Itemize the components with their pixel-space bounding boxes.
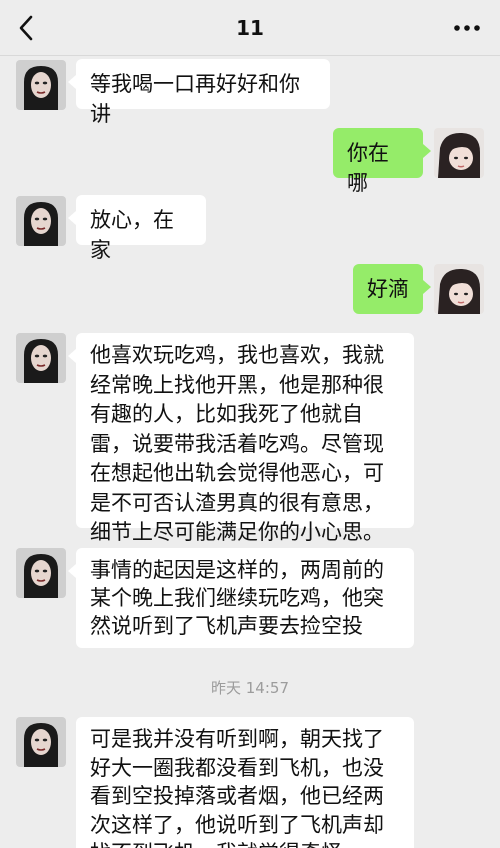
message-bubble[interactable]: 事情的起因是这样的，两周前的某个晚上我们继续玩吃鸡，他突然说听到了飞机声要去捡空… (68, 548, 414, 648)
chat-header: 11 (0, 0, 500, 56)
avatar[interactable] (16, 60, 66, 110)
avatar[interactable] (16, 333, 66, 383)
avatar[interactable] (16, 196, 66, 246)
chat-title: 11 (236, 16, 264, 40)
message-text: 等我喝一口再好好和你讲 (90, 72, 300, 126)
timestamp: 昨天 14:57 (211, 679, 289, 697)
message-bubble[interactable]: 他喜欢玩吃鸡，我也喜欢，我就经常晚上找他开黑，他是那种很有趣的人，比如我死了他就… (68, 333, 414, 544)
avatar[interactable] (434, 264, 484, 314)
message-bubble[interactable]: 可是我并没有听到啊，朝天找了好大一圈我都没看到飞机，也没看到空投掉落或者烟，他已… (76, 717, 414, 848)
avatar[interactable] (16, 717, 66, 767)
message-text: 事情的起因是这样的，两周前的某个晚上我们继续玩吃鸡，他突然说听到了飞机声要去捡空… (90, 558, 384, 638)
avatar[interactable] (434, 128, 484, 178)
message-bubble[interactable]: 好滴 (353, 264, 431, 314)
message-text: 可是我并没有听到啊，朝天找了好大一圈我都没看到飞机，也没看到空投掉落或者烟，他已… (90, 727, 384, 848)
avatar[interactable] (16, 548, 66, 598)
message-bubble[interactable]: 放心，在家 (68, 195, 206, 262)
message-text: 你在哪 (347, 141, 389, 195)
message-text: 放心，在家 (90, 208, 174, 262)
message-text: 好滴 (367, 277, 409, 301)
message-bubble[interactable]: 等我喝一口再好好和你讲 (68, 59, 330, 126)
ellipsis-icon[interactable] (452, 20, 482, 36)
message-text: 他喜欢玩吃鸡，我也喜欢，我就经常晚上找他开黑，他是那种很有趣的人，比如我死了他就… (90, 343, 384, 544)
message-bubble[interactable]: 你在哪 (333, 128, 431, 195)
